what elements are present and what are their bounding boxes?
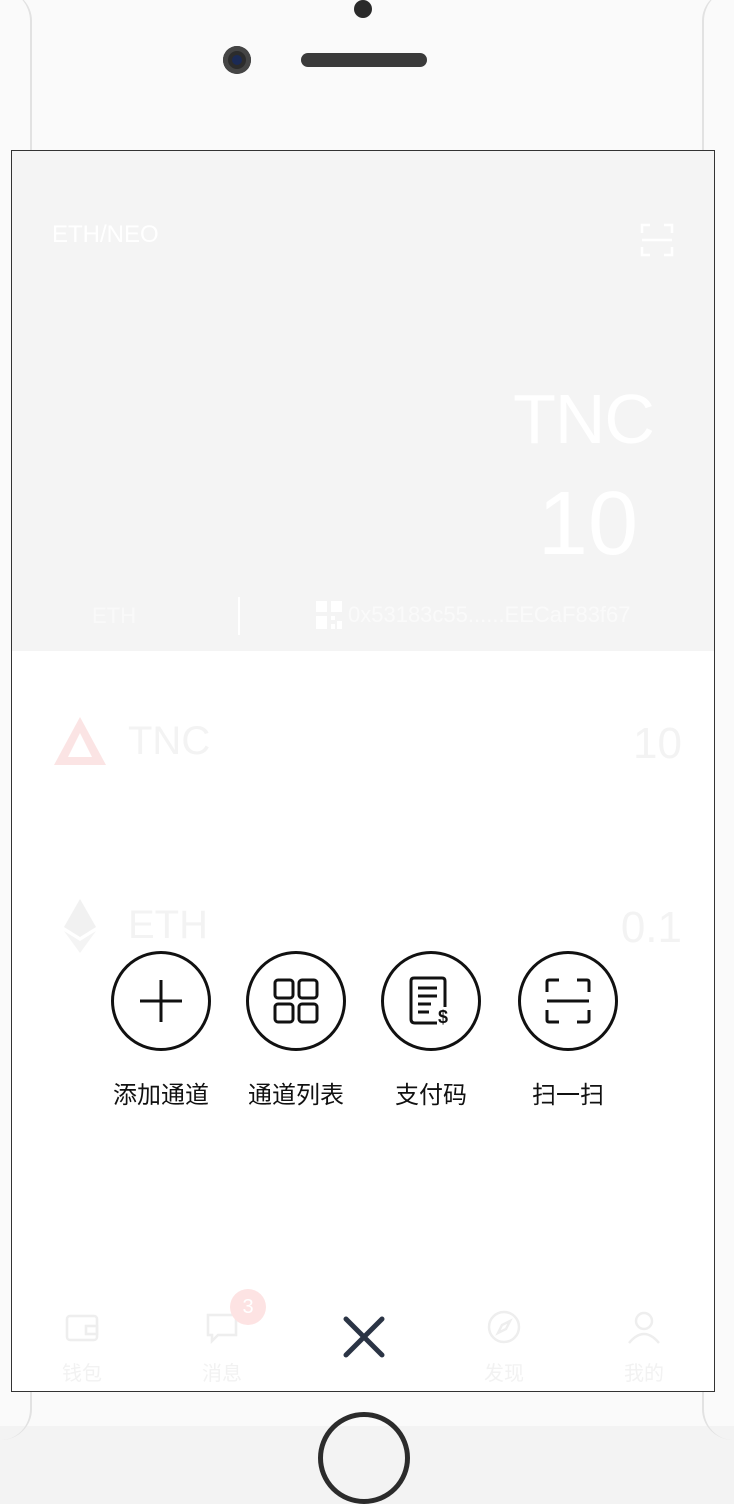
action-label: 扫一扫 [532, 1082, 604, 1109]
network-label: ETH [92, 603, 136, 628]
plus-icon [140, 980, 182, 1022]
action-circle[interactable] [518, 951, 618, 1051]
close-icon[interactable] [338, 1311, 390, 1363]
payment-code-button[interactable]: $ 支付码 [361, 951, 501, 1110]
channel-title[interactable]: ETH/NEO [52, 221, 159, 249]
add-channel-button[interactable]: 添加通道 [91, 951, 231, 1110]
asset-value: 10 [633, 719, 682, 768]
action-circle[interactable] [246, 951, 346, 1051]
header-scan-icon[interactable] [640, 223, 674, 257]
wallet-address[interactable]: 0x53183c55......EECaF83f67 [316, 601, 631, 629]
message-badge: 3 [230, 1289, 266, 1325]
front-camera [223, 46, 251, 74]
wallet-header: ETH/NEO TNC 10 ETH 0x53183c55......EECaF… [12, 151, 714, 651]
tab-label: 我的 [624, 1363, 664, 1385]
balance-token: TNC [513, 380, 655, 458]
app-screen: ETH/NEO TNC 10 ETH 0x53183c55......EECaF… [11, 150, 715, 1392]
action-circle[interactable] [111, 951, 211, 1051]
channel-list-button[interactable]: 通道列表 [226, 951, 366, 1110]
svg-text:$: $ [438, 1007, 448, 1027]
asset-name: ETH [128, 903, 208, 947]
asset-row-eth[interactable]: ETH 0.1 [52, 897, 682, 957]
qrcode-icon [316, 601, 342, 629]
asset-row-tnc[interactable]: TNC 10 [52, 713, 682, 773]
scan-button[interactable]: 扫一扫 [498, 951, 638, 1110]
grid-icon [273, 978, 319, 1024]
eth-logo-icon [64, 899, 96, 953]
tab-discover[interactable]: 发现 [454, 1309, 554, 1386]
tab-profile[interactable]: 我的 [594, 1309, 694, 1386]
tab-wallet[interactable]: 钱包 [32, 1309, 132, 1386]
action-label: 添加通道 [113, 1082, 209, 1109]
tab-label: 消息 [202, 1363, 242, 1385]
action-label: 通道列表 [248, 1082, 344, 1109]
discover-icon [487, 1310, 521, 1344]
tab-label: 发现 [484, 1363, 524, 1385]
earpiece-speaker [301, 53, 427, 67]
asset-value: 0.1 [620, 903, 682, 952]
tnc-logo-icon [54, 717, 106, 765]
front-sensor [354, 0, 372, 18]
balance-amount: 10 [537, 474, 638, 574]
action-label: 支付码 [395, 1082, 467, 1109]
action-circle[interactable]: $ [381, 951, 481, 1051]
wallet-address-text: 0x53183c55......EECaF83f67 [348, 602, 631, 627]
tab-label: 钱包 [62, 1363, 102, 1385]
phone-frame: ETH/NEO TNC 10 ETH 0x53183c55......EECaF… [0, 0, 734, 1504]
scan-icon [545, 978, 591, 1024]
payment-receipt-icon: $ [409, 976, 448, 1027]
quick-actions-menu: 添加通道 通道列表 $ 支付码 扫一扫 [12, 951, 714, 1131]
wallet-icon [65, 1314, 99, 1342]
asset-name: TNC [128, 719, 211, 763]
header-divider [238, 597, 240, 635]
profile-icon [628, 1311, 660, 1344]
